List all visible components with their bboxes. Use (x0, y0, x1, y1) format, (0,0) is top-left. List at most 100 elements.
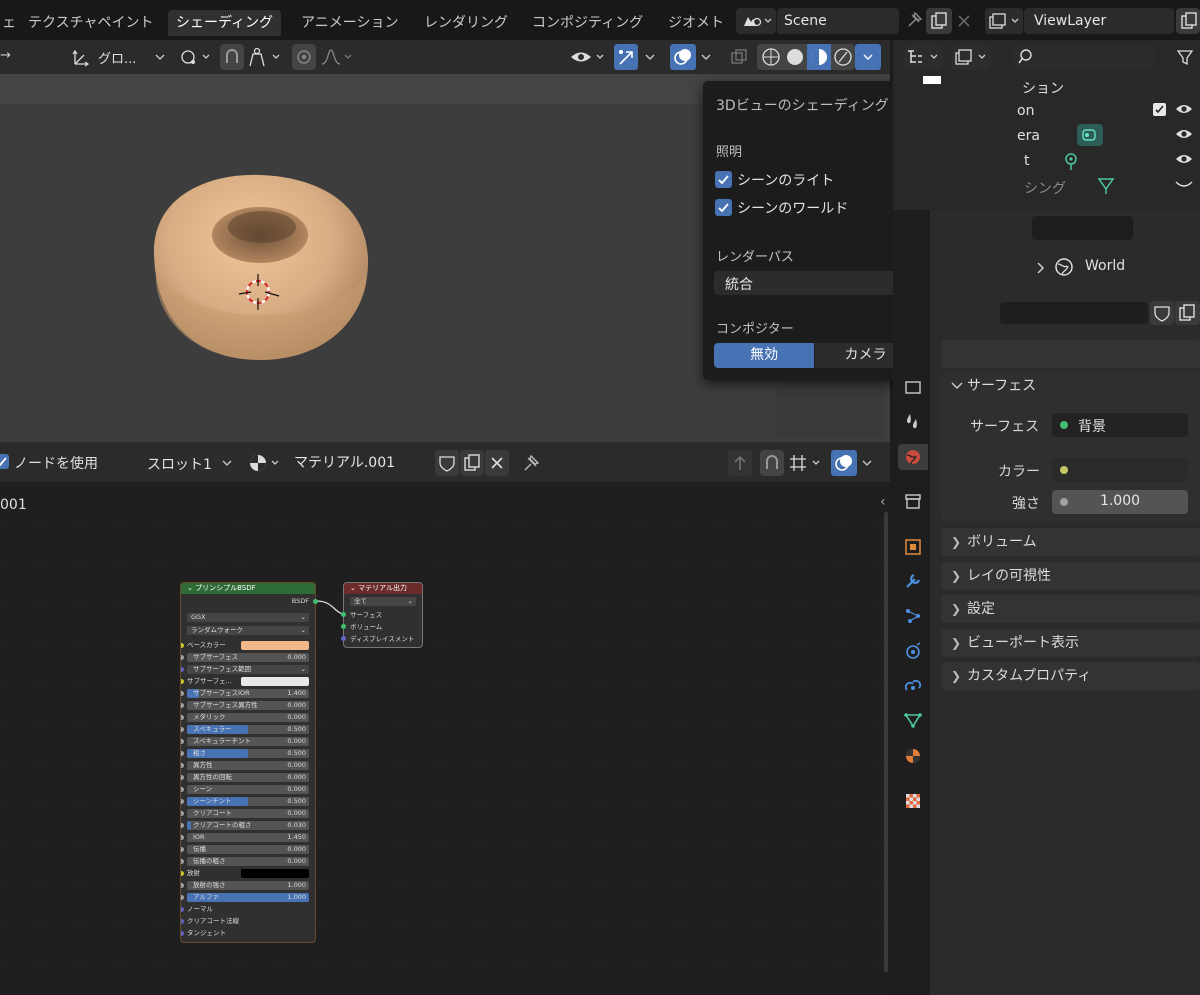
modifier-properties-tab[interactable] (902, 570, 924, 592)
displacement-input-socket[interactable] (341, 636, 346, 641)
pivot-point-dropdown[interactable] (176, 44, 216, 70)
material-name-field[interactable]: マテリアル.001 (285, 450, 435, 476)
input-socket[interactable] (181, 727, 184, 732)
gizmo-toggle-icon[interactable] (614, 44, 638, 70)
node-input-row[interactable]: クリアコート法線 (181, 917, 309, 926)
visibility-dropdown[interactable] (568, 44, 608, 70)
view-layer-properties-tab[interactable] (902, 410, 924, 432)
input-socket[interactable] (181, 847, 184, 852)
node-input-row[interactable]: 粗さ 0.500 (181, 749, 309, 758)
falloff-dropdown[interactable] (318, 44, 358, 70)
world-datablock-field[interactable] (1000, 302, 1148, 324)
input-socket[interactable] (181, 679, 184, 684)
properties-search-input[interactable] (1032, 216, 1133, 240)
proportional-edit-icon[interactable] (292, 44, 316, 70)
overlay-dropdown-chevron-icon[interactable] (697, 44, 717, 70)
scene-lights-checkbox[interactable] (715, 171, 732, 188)
filter-funnel-icon[interactable] (1173, 44, 1197, 70)
view-layer-selector-button[interactable] (985, 8, 1023, 34)
material-properties-tab[interactable] (902, 745, 924, 767)
node-input-row[interactable]: シーン 0.000 (181, 785, 309, 794)
new-scene-icon[interactable] (926, 8, 952, 34)
scene-selector-button[interactable] (736, 8, 776, 34)
settings-panel-header[interactable]: ❯ 設定 (941, 595, 1200, 623)
input-socket[interactable] (181, 931, 184, 936)
node-snap-target-dropdown[interactable] (786, 450, 826, 476)
node-input-row[interactable]: タンジェント (181, 929, 309, 938)
input-socket[interactable] (181, 835, 184, 840)
sidebar-toggle-chevron-icon[interactable]: ‹ (880, 494, 886, 510)
input-socket[interactable] (181, 871, 184, 876)
bsdf-output-socket[interactable] (313, 599, 318, 604)
surface-input-socket[interactable] (341, 612, 346, 617)
fake-user-shield-icon[interactable] (435, 450, 459, 476)
input-socket[interactable] (181, 895, 184, 900)
input-socket[interactable] (181, 787, 184, 792)
node-input-row[interactable]: IOR 1.450 (181, 833, 309, 842)
parent-node-tree-icon[interactable] (728, 450, 752, 476)
input-socket[interactable] (181, 907, 184, 912)
view-layer-name-field[interactable]: ViewLayer (1024, 8, 1174, 34)
snap-toggle-icon[interactable] (220, 44, 244, 70)
input-socket[interactable] (181, 799, 184, 804)
fake-user-shield-icon[interactable] (1150, 301, 1174, 325)
input-socket[interactable] (181, 643, 184, 648)
ray-visibility-panel-header[interactable]: ❯ レイの可視性 (941, 562, 1200, 590)
material-browse-button[interactable] (244, 450, 284, 476)
new-view-layer-icon[interactable] (1176, 8, 1200, 34)
node-input-row[interactable]: スペキュラー 0.500 (181, 725, 309, 734)
object-properties-tab[interactable] (902, 536, 924, 558)
node-editor-canvas[interactable]: 001 ‹ (0, 482, 890, 995)
node-input-row[interactable]: サブサーフェス異方性 0.000 (181, 701, 309, 710)
eye-icon[interactable] (1174, 126, 1194, 142)
node-input-row[interactable]: 放射 (181, 869, 309, 878)
node-input-row[interactable]: 異方性 0.000 (181, 761, 309, 770)
input-socket[interactable] (181, 751, 184, 756)
node-input-row[interactable]: スペキュラーチント 0.000 (181, 737, 309, 746)
input-socket[interactable] (181, 739, 184, 744)
tab-geometry[interactable]: ジオメト (660, 10, 732, 36)
eye-closed-icon[interactable] (1174, 180, 1194, 190)
input-socket[interactable] (181, 823, 184, 828)
preview-panel-header[interactable] (941, 340, 1200, 368)
input-socket[interactable] (181, 811, 184, 816)
transform-orientation-dropdown[interactable]: グロ... (68, 44, 168, 70)
node-overlay-chevron-icon[interactable] (858, 450, 878, 476)
texture-properties-tab[interactable] (902, 790, 924, 812)
node-input-row[interactable]: クリアコート 0.000 (181, 809, 309, 818)
surface-shader-selector[interactable]: 背景 (1052, 413, 1188, 437)
node-input-row[interactable]: クリアコートの粗さ 0.030 (181, 821, 309, 830)
world-properties-tab[interactable] (898, 444, 928, 470)
input-socket[interactable] (181, 655, 184, 660)
outliner-row-mesh[interactable]: シング (1024, 178, 1066, 198)
delete-scene-icon[interactable] (952, 8, 976, 34)
particles-properties-tab[interactable] (902, 605, 924, 627)
tab-compositing[interactable]: コンポジティング (524, 10, 651, 36)
principled-node-header[interactable]: ⌄ プリンシプルBSDF (181, 583, 315, 594)
node-input-row[interactable]: サブサーフェス 0.000 (181, 653, 309, 662)
distribution-dropdown[interactable]: GGX ⌄ (187, 613, 309, 622)
input-socket[interactable] (181, 691, 184, 696)
node-input-row[interactable]: 放射の強さ 1.000 (181, 881, 309, 890)
node-input-row[interactable]: アルファ 1.000 (181, 893, 309, 902)
scene-world-label[interactable]: シーンのワールド (737, 198, 848, 218)
outliner-row-1[interactable]: on (1017, 103, 1034, 119)
overlay-toggle-icon[interactable] (670, 44, 696, 70)
subsurface-method-dropdown[interactable]: ランダムウォーク ⌄ (187, 626, 309, 635)
tab-animation[interactable]: アニメーション (293, 10, 406, 36)
output-properties-tab[interactable] (902, 376, 924, 398)
collection-properties-tab[interactable] (902, 490, 924, 512)
xray-toggle-icon[interactable] (726, 44, 752, 70)
tab-texture-paint[interactable]: テクスチャペイント (20, 10, 161, 36)
node-editor-scrollbar[interactable] (884, 512, 888, 972)
filter-view-layer-dropdown[interactable] (951, 44, 991, 70)
node-overlay-toggle-icon[interactable] (831, 450, 857, 476)
pin-icon[interactable] (518, 450, 544, 476)
material-slot-dropdown[interactable]: スロット1 (137, 450, 239, 476)
duplicate-world-icon[interactable] (1175, 301, 1200, 325)
input-socket[interactable] (181, 715, 184, 720)
constraints-properties-tab[interactable] (902, 675, 924, 697)
node-input-row[interactable]: シーンチント 0.500 (181, 797, 309, 806)
scene-world-checkbox[interactable] (715, 199, 732, 216)
node-input-row[interactable]: サブサーフェス範囲 ⌄ (181, 665, 309, 674)
